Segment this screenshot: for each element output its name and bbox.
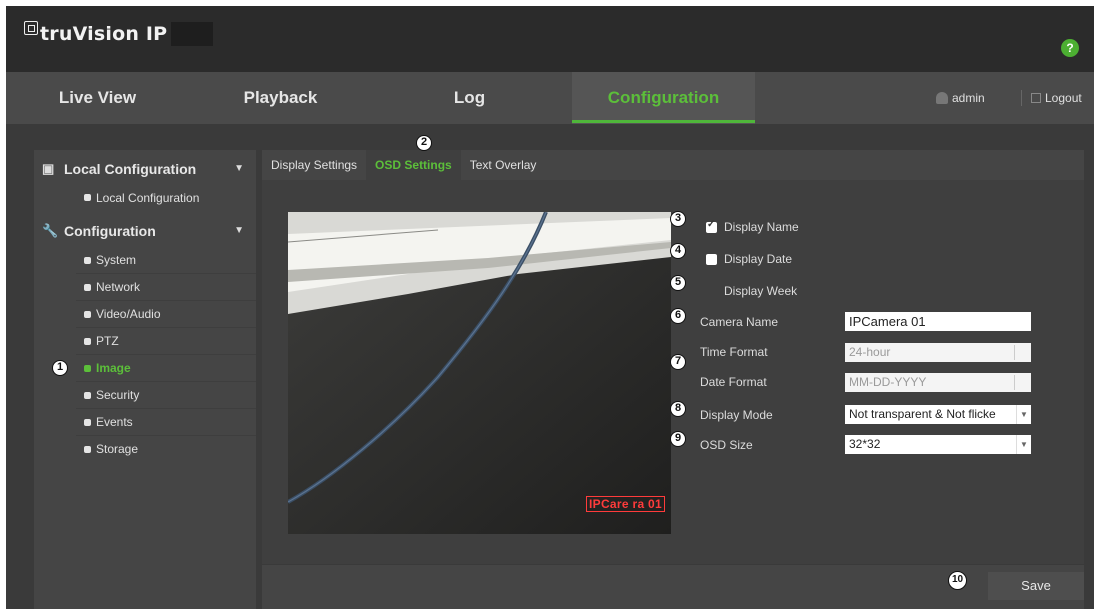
sidebar-item-label: Network xyxy=(96,280,141,294)
display-date-label: Display Date xyxy=(724,252,793,266)
logout-icon xyxy=(1031,93,1041,103)
callout-5: 5 xyxy=(670,275,686,291)
sidebar-item-ptz[interactable]: PTZ xyxy=(76,328,256,355)
date-format-label: Date Format xyxy=(700,375,767,389)
chevron-down-icon: ▼ xyxy=(1016,435,1031,454)
chevron-down-icon: ▼ xyxy=(1016,405,1031,424)
nav-divider xyxy=(1021,90,1022,106)
active-tab-indicator xyxy=(572,120,755,123)
sidebar-header-local-configuration[interactable]: ▣ Local Configuration ▼ xyxy=(34,154,256,184)
camera-preview-image xyxy=(288,212,671,534)
callout-7: 7 xyxy=(670,354,686,370)
save-button[interactable]: Save xyxy=(988,572,1084,600)
sidebar-item-label: Image xyxy=(96,361,131,375)
logo-text: truVision IP xyxy=(40,23,168,45)
osd-size-label: OSD Size xyxy=(700,438,753,452)
subtab-bar: Display Settings OSD Settings Text Overl… xyxy=(262,150,545,180)
tab-osd-settings[interactable]: OSD Settings xyxy=(366,150,461,180)
user-icon xyxy=(936,92,948,104)
callout-9: 9 xyxy=(670,431,686,447)
tab-playback[interactable]: Playback xyxy=(189,72,372,124)
time-format-select: 24-hour xyxy=(845,343,1031,362)
sidebar-item-image[interactable]: Image xyxy=(76,355,256,382)
bullet-icon xyxy=(84,194,91,201)
sidebar-item-storage[interactable]: Storage xyxy=(76,436,256,463)
display-name-checkbox[interactable] xyxy=(706,219,717,233)
bullet-icon xyxy=(84,365,91,372)
sidebar-item-network[interactable]: Network xyxy=(76,274,256,301)
user-menu[interactable]: admin xyxy=(936,72,985,124)
wrench-icon: 🔧 xyxy=(42,223,59,238)
help-icon[interactable]: ? xyxy=(1061,39,1079,57)
main-nav: Live View Playback Log Configuration adm… xyxy=(6,72,1094,124)
tab-display-settings[interactable]: Display Settings xyxy=(262,150,366,180)
callout-1: 1 xyxy=(52,360,68,376)
callout-6: 6 xyxy=(670,308,686,324)
bullet-icon xyxy=(84,311,91,318)
sidebar-item-label: Video/Audio xyxy=(96,307,161,321)
camera-preview[interactable]: IPCare ra 01 xyxy=(288,212,671,534)
logo-badge xyxy=(171,22,214,46)
callout-2: 2 xyxy=(416,135,432,151)
tab-configuration[interactable]: Configuration xyxy=(572,72,755,124)
osd-size-value: 32*32 xyxy=(849,437,881,451)
osd-camera-name-overlay: IPCare ra 01 xyxy=(586,496,665,512)
app-header: truVision IP ? xyxy=(6,6,1094,72)
chevron-down-icon: ▼ xyxy=(234,225,244,236)
sidebar-item-security[interactable]: Security xyxy=(76,382,256,409)
sidebar-item-label: System xyxy=(96,253,137,267)
sidebar-item-label: PTZ xyxy=(96,334,119,348)
bullet-icon xyxy=(84,284,91,291)
display-week-label: Display Week xyxy=(724,284,798,298)
tab-text-overlay[interactable]: Text Overlay xyxy=(461,150,546,180)
app-window: truVision IP ? Live View Playback Log Co… xyxy=(6,6,1094,609)
callout-8: 8 xyxy=(670,401,686,417)
chevron-down-icon: ▼ xyxy=(234,163,244,174)
camera-name-input[interactable] xyxy=(845,312,1031,331)
osd-size-select[interactable]: 32*32 ▼ xyxy=(845,435,1031,454)
sidebar-item-system[interactable]: System xyxy=(76,247,256,274)
tab-log[interactable]: Log xyxy=(378,72,561,124)
sidebar-header-label: Configuration xyxy=(64,223,156,239)
display-date-checkbox[interactable] xyxy=(706,254,717,265)
sidebar-header-label: Local Configuration xyxy=(64,161,197,177)
bullet-icon xyxy=(84,257,91,264)
display-mode-value: Not transparent & Not flicke xyxy=(849,407,996,421)
local-config-icon: ▣ xyxy=(42,161,55,176)
sidebar-item-label: Security xyxy=(96,388,140,402)
time-format-label: Time Format xyxy=(700,345,768,359)
logout-label: Logout xyxy=(1045,91,1082,105)
date-format-select: MM-DD-YYYY xyxy=(845,373,1031,392)
tab-live-view[interactable]: Live View xyxy=(6,72,189,124)
logout-link[interactable]: Logout xyxy=(1031,72,1082,124)
bullet-icon xyxy=(84,419,91,426)
sidebar-item-label: Local Configuration xyxy=(96,191,200,205)
display-mode-select[interactable]: Not transparent & Not flicke ▼ xyxy=(845,405,1031,424)
display-mode-label: Display Mode xyxy=(700,408,773,422)
callout-3: 3 xyxy=(670,211,686,227)
bullet-icon xyxy=(84,392,91,399)
sidebar-item-local-configuration[interactable]: Local Configuration xyxy=(76,185,256,211)
callout-10: 10 xyxy=(948,571,967,590)
sidebar-item-video-audio[interactable]: Video/Audio xyxy=(76,301,256,328)
logo: truVision IP xyxy=(24,21,214,46)
callout-4: 4 xyxy=(670,243,686,259)
display-name-label: Display Name xyxy=(724,220,799,234)
osd-settings-panel: IPCare ra 01 Display Name Display Date D… xyxy=(262,180,1084,564)
sidebar: ▣ Local Configuration ▼ Local Configurat… xyxy=(34,150,256,609)
sidebar-item-label: Storage xyxy=(96,442,139,456)
bullet-icon xyxy=(84,338,91,345)
bullet-icon xyxy=(84,446,91,453)
username: admin xyxy=(952,91,985,105)
camera-name-label: Camera Name xyxy=(700,315,779,329)
sidebar-item-label: Events xyxy=(96,415,133,429)
sidebar-header-configuration[interactable]: 🔧 Configuration ▼ xyxy=(34,216,256,246)
sidebar-item-events[interactable]: Events xyxy=(76,409,256,436)
logo-icon xyxy=(24,21,38,35)
